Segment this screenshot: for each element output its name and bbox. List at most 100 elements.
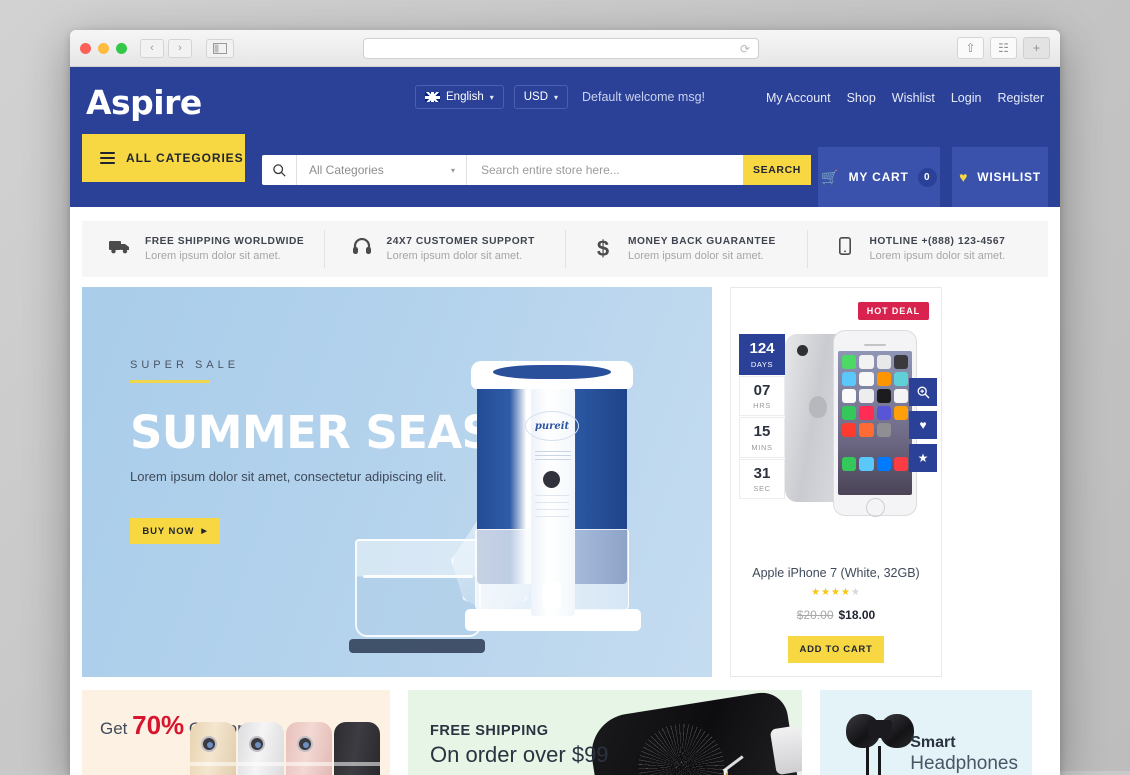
purifier-lid	[471, 361, 633, 389]
countdown-unit: SEC	[753, 484, 771, 493]
new-price: $18.00	[838, 608, 876, 622]
nav-login[interactable]: Login	[951, 91, 982, 105]
truck-icon	[108, 238, 132, 260]
promo-line-1: FREE SHIPPING	[430, 723, 549, 739]
window-controls[interactable]	[80, 42, 127, 54]
nav-wishlist[interactable]: Wishlist	[892, 91, 935, 105]
cart-count-badge: 0	[917, 167, 937, 187]
old-price: $20.00	[796, 608, 834, 622]
search-box[interactable]: All Categories ▾ Search entire store her…	[262, 155, 811, 185]
feature-title: HOTLINE +(888) 123-4567	[869, 236, 1006, 247]
site-logo[interactable]: Aspire	[86, 83, 202, 122]
new-tab-button[interactable]: +	[1023, 37, 1050, 59]
cart-label: MY CART	[848, 170, 909, 184]
reload-icon[interactable]: ⟳	[740, 42, 750, 56]
header-utility-group: English ▾ USD ▾ Default welcome msg!	[415, 85, 705, 109]
currency-label: USD	[523, 91, 549, 103]
back-icon[interactable]: ‹	[140, 38, 164, 58]
address-bar[interactable]: ⟳	[363, 38, 759, 59]
browser-titlebar: ‹ › ⟳ ⇧ ☷ +	[70, 30, 1060, 67]
countdown-unit: DAYS	[750, 359, 774, 369]
tabs-icon[interactable]: ☷	[990, 37, 1017, 59]
countdown-unit: MINS	[751, 442, 773, 452]
iphone-front	[833, 330, 917, 517]
purifier-brand-label: pureit	[525, 411, 579, 441]
apple-logo-icon	[809, 396, 827, 418]
feature-subtitle: Lorem ipsum dolor sit amet.	[628, 250, 764, 262]
home-button	[865, 498, 885, 517]
maximize-window-button[interactable]	[116, 42, 127, 54]
close-window-button[interactable]	[80, 42, 91, 54]
iphone-silver	[238, 722, 284, 775]
language-selector[interactable]: English ▾	[415, 85, 504, 109]
discount-percent: 70%	[132, 710, 185, 740]
feature-bar: FREE SHIPPING WORLDWIDE Lorem ipsum dolo…	[82, 221, 1048, 277]
heart-icon: ♥	[959, 169, 969, 185]
wishlist-label: WISHLIST	[977, 170, 1041, 184]
water-purifier-image: pureit	[347, 359, 677, 659]
feature-hotline: HOTLINE +(888) 123-4567 Lorem ipsum dolo…	[806, 221, 1049, 277]
promo-line-2: Headphones	[910, 753, 1018, 774]
hero-banner[interactable]: SUPER SALE SUMMER SEASON Lorem ipsum dol…	[82, 287, 712, 677]
promo-line-1: Smart	[910, 734, 956, 751]
category-select-value: All Categories	[309, 163, 384, 177]
feature-subtitle: Lorem ipsum dolor sit amet.	[145, 250, 281, 262]
earbud-bridge	[868, 720, 892, 738]
wishlist-button[interactable]: ♥ WISHLIST	[952, 147, 1048, 207]
countdown-hours: 07 HRS	[739, 375, 785, 416]
smartwatch-image	[586, 690, 802, 775]
zoom-in-icon[interactable]	[909, 378, 937, 406]
search-placeholder: Search entire store here...	[481, 163, 620, 177]
add-to-cart-button[interactable]: ADD TO CART	[788, 636, 884, 663]
promo-smart-headphones[interactable]: Smart Headphones Buy Now	[820, 690, 1032, 775]
iphone-screen	[838, 351, 912, 495]
hero-rule	[130, 380, 210, 383]
promo-iphone-shuffle[interactable]: Get 70% OFF on sale IPHONE Shuffle	[82, 690, 390, 775]
iphone-color-lineup	[190, 722, 390, 775]
hero-buy-now-button[interactable]: BUY NOW ▶	[130, 518, 220, 544]
website-viewport: Aspire English ▾ USD ▾ Default welcome m…	[70, 67, 1060, 775]
browser-toolbar[interactable]: ⇧ ☷ +	[957, 37, 1050, 59]
all-categories-button[interactable]: ALL CATEGORIES	[82, 134, 245, 182]
cart-icon: 🛒	[821, 168, 840, 185]
iphone-black	[334, 722, 380, 775]
countdown-value: 31	[753, 464, 771, 482]
camera-icon	[201, 736, 217, 752]
rating-filled: ★★★★	[811, 587, 851, 598]
promo-shipping-caption: FREE SHIPPING On order over $99	[430, 723, 609, 768]
share-icon[interactable]: ⇧	[957, 37, 984, 59]
feature-subtitle: Lorem ipsum dolor sit amet.	[869, 250, 1006, 262]
feature-subtitle: Lorem ipsum dolor sit amet.	[386, 250, 523, 262]
nav-shop[interactable]: Shop	[847, 91, 876, 105]
promo-free-shipping[interactable]: FREE SHIPPING On order over $99	[408, 690, 802, 775]
search-button[interactable]: SEARCH	[743, 155, 811, 185]
browser-nav-buttons[interactable]: ‹ ›	[140, 38, 192, 58]
feature-free-shipping: FREE SHIPPING WORLDWIDE Lorem ipsum dolo…	[82, 221, 324, 277]
search-icon	[262, 163, 296, 177]
my-cart-button[interactable]: 🛒 MY CART 0	[818, 147, 940, 207]
feature-title: MONEY BACK GUARANTEE	[628, 236, 776, 247]
promo-headphones-caption: Smart Headphones	[910, 734, 1018, 775]
nav-my-account[interactable]: My Account	[766, 91, 831, 105]
category-select[interactable]: All Categories ▾	[296, 155, 466, 185]
heart-icon[interactable]: ♥	[909, 411, 937, 439]
countdown-timer: 124 DAYS 07 HRS 15 MINS 31 SEC	[739, 334, 785, 500]
purifier-text-lines	[535, 451, 571, 463]
feature-money-back: $ MONEY BACK GUARANTEE Lorem ipsum dolor…	[565, 221, 807, 277]
currency-selector[interactable]: USD ▾	[513, 85, 569, 109]
minimize-window-button[interactable]	[98, 42, 109, 54]
product-action-buttons[interactable]: ♥ ★	[909, 378, 937, 477]
sidebar-icon[interactable]	[206, 38, 234, 58]
product-title[interactable]: Apple iPhone 7 (White, 32GB)	[731, 566, 941, 580]
promo-line-2: On order over $99	[430, 742, 609, 767]
nav-register[interactable]: Register	[997, 91, 1044, 105]
forward-icon[interactable]: ›	[168, 38, 192, 58]
countdown-value: 07	[753, 381, 771, 399]
welcome-message: Default welcome msg!	[582, 90, 705, 104]
countdown-days: 124 DAYS	[739, 334, 785, 375]
buy-now-label: BUY NOW	[142, 525, 195, 537]
countdown-unit: HRS	[753, 401, 771, 410]
search-input[interactable]: Search entire store here...	[466, 155, 743, 185]
mobile-icon	[833, 237, 857, 261]
star-icon[interactable]: ★	[909, 444, 937, 472]
